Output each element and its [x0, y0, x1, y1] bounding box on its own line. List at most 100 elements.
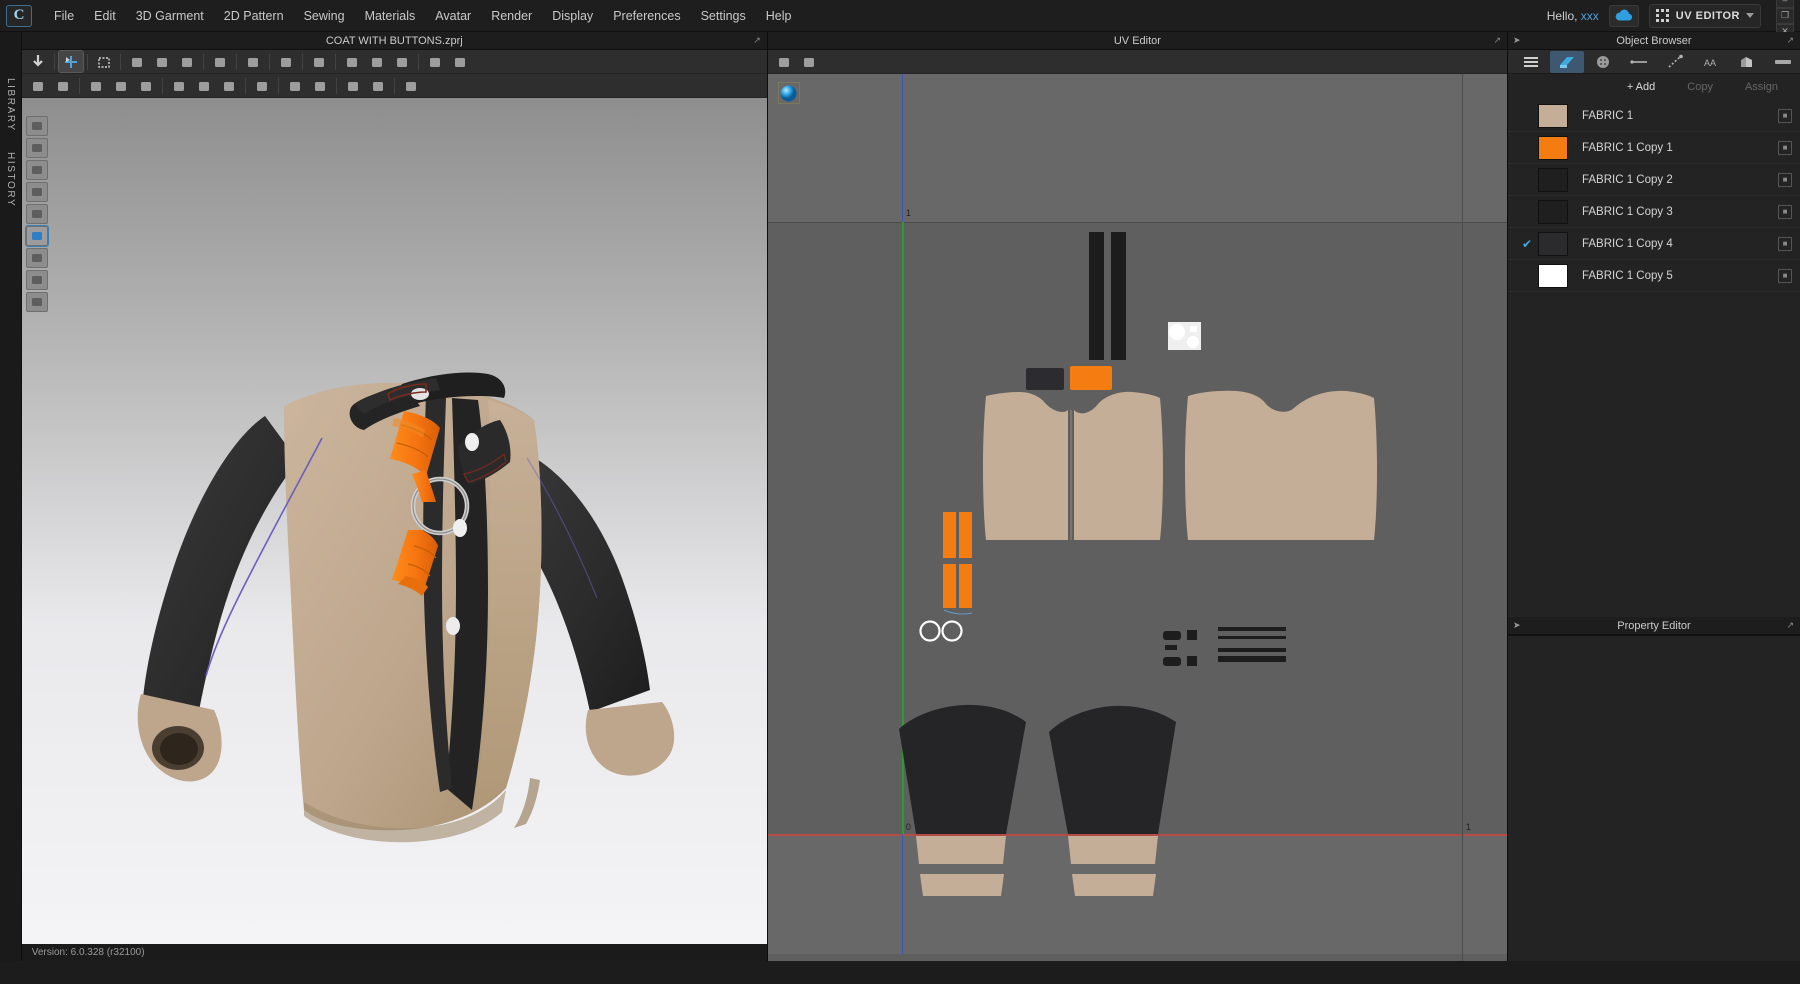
popout-icon[interactable]: ↗ [753, 35, 761, 46]
pin-icon[interactable]: ➤ [1513, 620, 1521, 631]
fabric-color-swatch[interactable] [1537, 263, 1568, 288]
move-gizmo-icon[interactable] [57, 50, 84, 73]
uv-3d-snapshot-icon[interactable] [797, 51, 821, 72]
popout-icon[interactable]: ↗ [1493, 35, 1501, 46]
menu-2d-pattern[interactable]: 2D Pattern [214, 5, 294, 27]
fabric-selected-check-icon[interactable]: ✔ [1516, 237, 1538, 251]
arrange-curve-icon[interactable] [150, 51, 174, 72]
popout-icon[interactable]: ↗ [1786, 35, 1794, 46]
tshirt-mode-icon[interactable] [25, 138, 48, 158]
fabric-row[interactable]: FABRIC 1 Copy 3 ■ [1507, 196, 1800, 228]
fabric-row[interactable]: FABRIC 1 Copy 5 ■ [1507, 260, 1800, 292]
inflate-icon[interactable] [340, 51, 364, 72]
menu-settings[interactable]: Settings [691, 5, 756, 27]
menu-render[interactable]: Render [481, 5, 542, 27]
menu-edit[interactable]: Edit [84, 5, 126, 27]
cloud-icon[interactable] [1608, 4, 1639, 27]
menu-sewing[interactable]: Sewing [294, 5, 355, 27]
uv-snapshot-icon[interactable] [772, 51, 796, 72]
fabric-color-swatch[interactable] [1537, 135, 1568, 160]
sphere-pin-icon[interactable] [307, 51, 331, 72]
fur-brush-icon[interactable] [84, 75, 108, 96]
trim-tape-icon[interactable] [341, 75, 365, 96]
tab-trim[interactable] [1730, 51, 1764, 73]
minimize-button[interactable]: – [1776, 0, 1794, 8]
fabric-options-icon[interactable]: ■ [1777, 268, 1792, 283]
fabric-row[interactable]: FABRIC 1 Copy 2 ■ [1507, 164, 1800, 196]
shade-mode-icon[interactable] [25, 248, 48, 268]
tack-icon[interactable] [274, 51, 298, 72]
popout-icon[interactable]: ↗ [1786, 620, 1794, 631]
restore-button[interactable]: ❐ [1776, 7, 1794, 24]
tape-icon[interactable] [308, 75, 332, 96]
symmetric-icon[interactable] [365, 51, 389, 72]
select-mesh-icon[interactable] [26, 51, 50, 72]
menu-preferences[interactable]: Preferences [603, 5, 690, 27]
tab-fabric[interactable] [1549, 50, 1584, 73]
uv-canvas[interactable]: 0 1 1 [767, 74, 1507, 961]
fold-plane-icon[interactable] [208, 51, 232, 72]
menu-display[interactable]: Display [542, 5, 603, 27]
tab-topstitch[interactable] [1622, 51, 1656, 73]
pin-icon[interactable]: ➤ [1513, 35, 1521, 46]
scissors-icon[interactable] [26, 75, 50, 96]
garment-fit-icon[interactable] [448, 51, 472, 72]
fabric-options-icon[interactable]: ■ [1777, 108, 1792, 123]
menu-materials[interactable]: Materials [355, 5, 426, 27]
lock-button-icon[interactable] [217, 75, 241, 96]
fabric-brush-icon[interactable] [109, 75, 133, 96]
button-icon[interactable] [167, 75, 191, 96]
menu-file[interactable]: File [44, 5, 84, 27]
viewport-3d[interactable] [21, 98, 767, 944]
select-box-icon[interactable] [92, 51, 116, 72]
fabric-color-swatch[interactable] [1537, 167, 1568, 192]
app-logo[interactable]: C [6, 4, 32, 27]
chevron-down-icon[interactable] [1746, 13, 1754, 18]
menu-help[interactable]: Help [756, 5, 802, 27]
rail-tab-history[interactable]: HISTORY [5, 142, 16, 217]
garment-icon[interactable] [390, 51, 414, 72]
avatar-head-icon[interactable] [25, 270, 48, 290]
fabric-options-icon[interactable]: ■ [1777, 172, 1792, 187]
workspace-mode-selector[interactable]: UV EDITOR [1648, 3, 1761, 28]
avatar-mode-icon[interactable] [25, 204, 48, 224]
arrange-reverse-icon[interactable] [175, 51, 199, 72]
pin-icon[interactable] [241, 51, 265, 72]
trim-icon[interactable] [51, 75, 75, 96]
tab-button[interactable] [1586, 51, 1620, 73]
flatten-icon[interactable] [423, 51, 447, 72]
topstitch-icon[interactable] [283, 75, 307, 96]
fabric-color-swatch[interactable] [1537, 199, 1568, 224]
puckering-icon[interactable] [399, 75, 423, 96]
fabric-options-icon[interactable]: ■ [1777, 204, 1792, 219]
zipper-icon[interactable] [250, 75, 274, 96]
cuff-left [915, 836, 1006, 864]
add-button[interactable]: + Add [1613, 78, 1669, 96]
menu-3d-garment[interactable]: 3D Garment [126, 5, 214, 27]
uv-map-icon[interactable] [24, 225, 49, 247]
tab-graphic[interactable]: AA [1694, 51, 1728, 73]
fabric-row[interactable]: FABRIC 1 ■ [1507, 100, 1800, 132]
color-pick-icon[interactable] [25, 182, 48, 202]
rail-tab-library[interactable]: LIBRARY [5, 68, 16, 142]
fabric-color-swatch[interactable] [1537, 231, 1568, 256]
fold-arrange-icon[interactable] [125, 51, 149, 72]
globe-env-icon[interactable] [25, 292, 48, 312]
fabric-row[interactable]: FABRIC 1 Copy 1 ■ [1507, 132, 1800, 164]
tab-zipper[interactable] [1658, 51, 1692, 73]
tab-list-view[interactable] [1514, 51, 1548, 73]
fabric-row[interactable]: ✔ FABRIC 1 Copy 4 ■ [1507, 228, 1800, 260]
binding-icon[interactable] [366, 75, 390, 96]
back-panel [1184, 390, 1377, 540]
fabric-color-swatch[interactable] [1537, 103, 1568, 128]
garment-3d-render [137, 372, 674, 843]
garment-mode-icon[interactable] [25, 116, 48, 136]
fabric-options-icon[interactable]: ■ [1777, 140, 1792, 155]
fabric-options-icon[interactable]: ■ [1777, 236, 1792, 251]
tab-tape[interactable] [1766, 51, 1800, 73]
toolbar-separator [417, 53, 419, 70]
fabric-texture-icon[interactable] [25, 160, 48, 180]
texture-brush-icon[interactable] [134, 75, 158, 96]
menu-avatar[interactable]: Avatar [425, 5, 481, 27]
button-hole-icon[interactable] [192, 75, 216, 96]
